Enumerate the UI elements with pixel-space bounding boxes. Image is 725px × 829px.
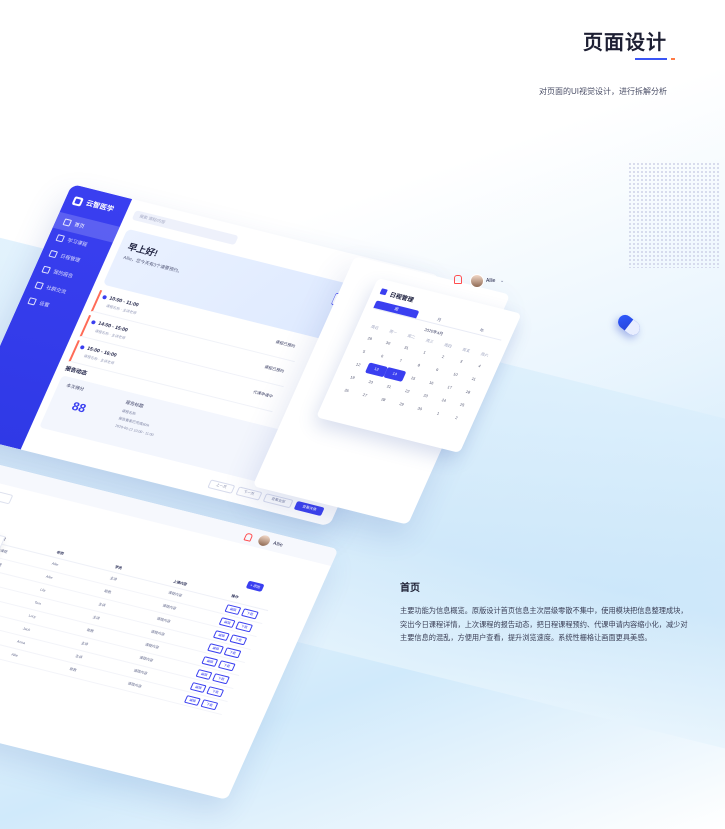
download-button[interactable]: 下载 — [224, 646, 242, 658]
calendar-icon — [48, 249, 59, 259]
next-page-button[interactable]: 下一页 — [234, 486, 263, 501]
download-button[interactable]: 下载 — [229, 633, 248, 645]
download-button[interactable]: 下载 — [201, 698, 219, 710]
clock-icon — [79, 345, 86, 350]
sidebar-item-label: 设置 — [37, 300, 51, 309]
home-icon — [62, 218, 73, 227]
gear-icon — [27, 297, 37, 306]
user-name[interactable]: Allie — [486, 278, 495, 284]
logo-icon — [71, 195, 85, 207]
course-status: 课程已预约 — [274, 339, 297, 349]
download-button[interactable]: 下载 — [241, 607, 259, 619]
calendar-day[interactable]: 2 — [445, 411, 468, 426]
chevron-down-icon[interactable]: ⌄ — [500, 278, 504, 284]
download-button[interactable]: 下载 — [218, 659, 236, 671]
sidebar-item-label: 我的报告 — [52, 269, 74, 280]
view-detail-button[interactable]: 查看详情 — [293, 500, 325, 517]
view-all-button[interactable]: 查看全部 — [262, 493, 294, 509]
calendar-icon — [379, 288, 388, 296]
score-label: 本次得分 — [65, 382, 86, 392]
capsule-pill-icon — [615, 312, 643, 338]
clock-icon — [101, 294, 108, 300]
chat-icon — [34, 281, 45, 290]
bell-icon[interactable] — [454, 275, 462, 284]
edit-button[interactable]: 编辑 — [224, 603, 242, 615]
edit-button[interactable]: 编辑 — [218, 616, 237, 628]
sidebar-item-label: 首页 — [73, 221, 86, 230]
filter-select[interactable]: 筛选 — [0, 483, 14, 505]
avatar[interactable] — [470, 274, 484, 288]
edit-button[interactable]: 编辑 — [189, 681, 208, 693]
calendar-title: 日程管理 — [388, 292, 415, 304]
sidebar-item-label: 日程管理 — [59, 253, 81, 264]
report-title: 报告标题 — [124, 399, 145, 409]
edit-button[interactable]: 编辑 — [207, 642, 225, 654]
add-course-button[interactable]: + 添加 — [245, 580, 265, 592]
calendar-day[interactable]: 11 — [462, 372, 485, 387]
edit-button[interactable]: 编辑 — [201, 655, 219, 667]
mockup-scene: 云智医学 首页 学习课程 日程管理 我的报告 社群交流 设置 搜索 课程/内容 … — [0, 0, 725, 829]
clock-icon — [90, 319, 97, 325]
download-button[interactable]: 下载 — [206, 685, 225, 697]
brand-name: 云智医学 — [84, 200, 115, 214]
course-status: 课程已预约 — [263, 364, 285, 374]
section-description: 主要功能为信息概览。原版设计首页信息主次层级零散不集中，使用模块把信息整理成块，… — [400, 606, 688, 643]
calendar-day[interactable]: 25 — [451, 398, 474, 413]
course-table: 课程类型老师学员上课内容操作 课程名称在线课程Allie主讲课程内容编辑下载课程… — [0, 518, 273, 715]
edit-button[interactable]: 编辑 — [195, 668, 213, 680]
sidebar-item-label: 学习课程 — [66, 237, 88, 249]
report-line: 课程名称 — [121, 408, 137, 417]
score-value: 88 — [69, 399, 89, 416]
download-button[interactable]: 下载 — [235, 620, 253, 632]
download-button[interactable]: 下载 — [212, 672, 230, 684]
edit-button[interactable]: 编辑 — [184, 694, 202, 706]
report-icon — [41, 265, 52, 274]
section-title: 首页 — [400, 583, 420, 594]
edit-button[interactable]: 编辑 — [213, 629, 231, 641]
prev-page-button[interactable]: 上一页 — [207, 479, 235, 494]
calendar-day[interactable]: 4 — [468, 359, 491, 374]
book-icon — [55, 234, 66, 243]
course-status: 代课申请中 — [252, 389, 274, 399]
calendar-day[interactable]: 18 — [456, 385, 479, 400]
sidebar-item-label: 社群交流 — [45, 285, 67, 296]
